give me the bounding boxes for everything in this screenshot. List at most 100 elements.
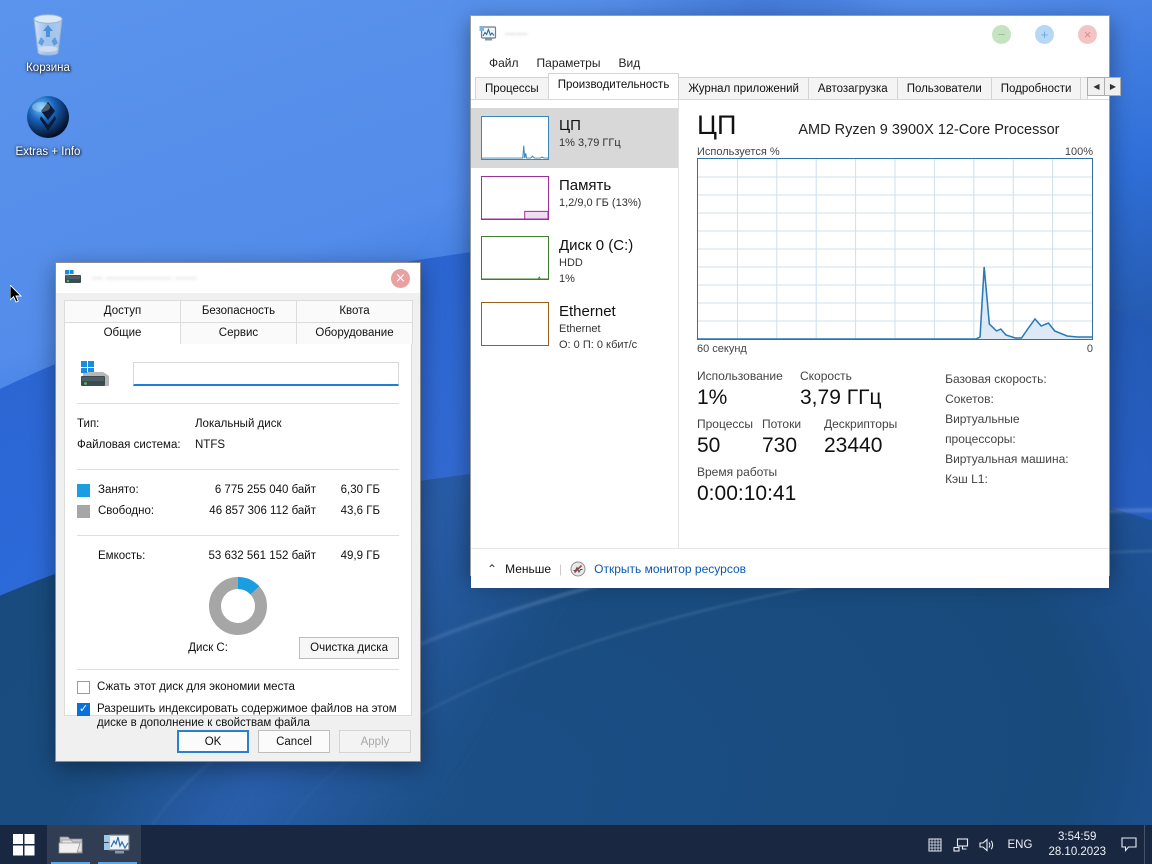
resource-item-text: Ethernet Ethernet О: 0 П: 0 кбит/с [559,302,637,352]
task-manager-footer[interactable]: ⌃ Меньше | Открыть монитор ресурсов [471,548,1109,588]
tab-details[interactable]: Подробности [990,77,1082,99]
clock-time: 3:54:59 [1058,830,1097,843]
task-manager-titlebar[interactable]: —— − + × [471,16,1109,52]
graph-x-end: 0 [1086,343,1093,355]
extras-info-icon [2,92,94,142]
field-value: NTFS [195,439,226,451]
resource-item-text: Диск 0 (C:) HDD 1% [559,236,633,286]
task-manager-body: ЦП 1% 3,79 ГГц Память 1,2/9,0 ГБ (13%) Д… [471,100,1109,548]
task-manager-icon [479,26,497,42]
minimize-button[interactable]: − [992,25,1011,44]
menu-item-view[interactable]: Вид [618,56,640,70]
volume-drive-icon [77,358,117,390]
close-button[interactable]: × [391,269,410,288]
menu-item-file[interactable]: Файл [489,56,519,70]
tab-general[interactable]: Общие [64,322,181,344]
volume-icon[interactable] [974,837,1000,852]
compress-drive-checkbox[interactable] [77,681,90,694]
properties-tabrow-2[interactable]: Общие Сервис Оборудование [64,322,413,344]
tab-processes[interactable]: Процессы [475,77,549,99]
stat-label: Потоки [762,417,802,431]
show-hidden-icons-button[interactable] [922,838,948,852]
window-controls[interactable]: − + × [992,25,1097,44]
menu-item-options[interactable]: Параметры [537,56,601,70]
index-contents-checkbox[interactable] [77,702,90,716]
index-contents-row[interactable]: Разрешить индексировать содержимое файло… [77,702,399,730]
cancel-button[interactable]: Cancel [258,730,330,753]
maximize-button[interactable]: + [1035,25,1054,44]
desktop[interactable]: Корзина Extras + Info —— − + × Файл Пара… [0,0,1152,864]
desktop-icon-recycle-bin[interactable]: Корзина [2,8,94,76]
tab-startup[interactable]: Автозагрузка [807,77,898,99]
general-tab-panel: Тип: Локальный диск Файловая система: NT… [64,344,412,729]
tab-scroll-left-button[interactable]: ◀ [1087,77,1105,96]
compress-drive-row[interactable]: Сжать этот диск для экономии места [77,680,399,694]
cpu-info-list: Базовая скорость: Сокетов: Виртуальные п… [939,369,1093,507]
taskbar-item-explorer[interactable] [47,825,94,864]
network-monitor-icon [952,837,968,852]
collapse-chevron-icon[interactable]: ⌃ [487,562,497,576]
close-button[interactable]: × [1078,25,1097,44]
tab-tools[interactable]: Сервис [180,322,297,344]
apply-button[interactable]: Apply [339,730,411,753]
fewer-details-button[interactable]: Меньше [505,562,551,576]
properties-titlebar[interactable]: — —————— —— × [56,263,420,293]
ok-button[interactable]: OK [177,730,249,753]
field-label: Файловая система: [77,439,181,451]
desktop-icon-extras-info[interactable]: Extras + Info [2,92,94,160]
disk-cleanup-button[interactable]: Очистка диска [299,637,399,659]
graph-x-start: 60 секунд [697,343,747,355]
resource-item-ethernet[interactable]: Ethernet Ethernet О: 0 П: 0 кбит/с [471,294,678,360]
page-title: ЦП [697,110,737,140]
desktop-icon-label: Extras + Info [15,146,81,158]
properties-tabrow-1[interactable]: Доступ Безопасность Квота [64,300,413,322]
field-value: Локальный диск [195,418,282,430]
graph-y-max: 100% [1064,146,1093,158]
tab-hardware[interactable]: Оборудование [296,322,413,344]
info-virtual-machine: Виртуальная машина: [945,452,1069,466]
volume-label-input[interactable] [133,362,399,386]
stat-processes: Процессы 50 [697,417,762,459]
mouse-cursor [9,283,23,308]
desktop-icon-label: Корзина [26,62,70,74]
volume-label-row [77,358,399,390]
divider-2 [77,469,399,470]
disk-properties-dialog[interactable]: — —————— —— × Доступ Безопасность Квота … [55,262,421,762]
taskbar[interactable]: ENG 3:54:59 28.10.2023 [0,825,1152,864]
resource-sub-2: 1% [559,273,575,285]
task-manager-title-text: —— [505,28,528,40]
resource-item-cpu[interactable]: ЦП 1% 3,79 ГГц [471,108,678,168]
tab-performance[interactable]: Производительность [547,73,680,99]
resource-name: Диск 0 (C:) [559,237,634,254]
tab-app-history[interactable]: Журнал приложений [678,77,809,99]
tab-scroll-buttons[interactable]: ◀ ▶ [1087,77,1124,96]
system-tray[interactable]: ENG 3:54:59 28.10.2023 [922,825,1152,864]
start-button[interactable] [0,825,47,864]
used-gb: 6,30 ГБ [340,484,380,496]
capacity-label: Емкость: [98,550,146,562]
taskbar-item-task-manager[interactable] [94,825,141,864]
network-icon[interactable] [948,837,974,852]
tab-quota[interactable]: Квота [296,300,413,322]
resource-name: Ethernet [559,303,616,320]
task-manager-window[interactable]: —— − + × Файл Параметры Вид Процессы Про… [470,15,1122,588]
task-manager-tabstrip[interactable]: Процессы Производительность Журнал прило… [471,73,1122,100]
language-indicator[interactable]: ENG [1000,839,1041,851]
resource-sub: 1,2/9,0 ГБ (13%) [559,197,642,209]
resource-item-memory[interactable]: Память 1,2/9,0 ГБ (13%) [471,168,678,228]
show-desktop-button[interactable] [1144,825,1152,864]
tab-users[interactable]: Пользователи [896,77,992,99]
tab-sharing[interactable]: Доступ [64,300,181,322]
cpu-stats-row-3: Время работы 0:00:10:41 [697,465,939,507]
cpu-stats-left: Использование 1% Скорость 3,79 ГГц Проце… [697,369,939,507]
clock[interactable]: 3:54:59 28.10.2023 [1040,830,1114,860]
tab-scroll-right-button[interactable]: ▶ [1104,77,1122,96]
properties-tabstrip[interactable]: Доступ Безопасность Квота Общие Сервис О… [56,293,420,344]
resource-list[interactable]: ЦП 1% 3,79 ГГц Память 1,2/9,0 ГБ (13%) Д… [471,100,679,548]
task-manager-menubar[interactable]: Файл Параметры Вид [471,52,1109,74]
resource-item-disk0[interactable]: Диск 0 (C:) HDD 1% [471,228,678,294]
action-center-button[interactable] [1114,837,1144,852]
open-resource-monitor-link[interactable]: Открыть монитор ресурсов [594,562,746,576]
tab-security[interactable]: Безопасность [180,300,297,322]
ethernet-mini-graph [481,302,549,346]
